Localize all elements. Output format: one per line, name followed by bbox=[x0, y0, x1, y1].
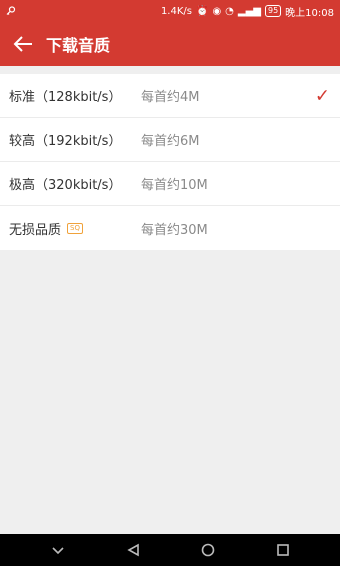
quality-label: 较高（192kbit/s） bbox=[9, 134, 122, 149]
system-nav-bar bbox=[0, 534, 340, 566]
key-icon bbox=[6, 6, 16, 16]
chevron-down-icon bbox=[51, 545, 65, 555]
nav-collapse-button[interactable] bbox=[38, 534, 78, 566]
quality-option-high[interactable]: 较高（192kbit/s） 每首约6M bbox=[0, 118, 340, 162]
quality-size: 每首约10M bbox=[141, 178, 208, 193]
quality-size: 每首约30M bbox=[141, 222, 208, 238]
sq-badge-icon: SQ bbox=[67, 222, 83, 234]
status-left bbox=[6, 6, 16, 16]
circle-home-icon bbox=[201, 543, 215, 557]
quality-option-standard[interactable]: 标准（128kbit/s） 每首约4M ✓ bbox=[0, 74, 340, 118]
eye-icon: ◉ bbox=[212, 5, 222, 17]
network-speed: 1.4K/s bbox=[160, 5, 192, 17]
check-icon: ✓ bbox=[314, 85, 330, 106]
page-title: 下载音质 bbox=[46, 36, 111, 55]
nav-back-button[interactable] bbox=[113, 534, 153, 566]
triangle-back-icon bbox=[126, 543, 140, 557]
top-spacer bbox=[0, 66, 340, 74]
square-recents-icon bbox=[276, 543, 290, 557]
status-right: 1.4K/s ⏰ ◉ ◔ ▂▄▆ 95 晚上10:08 bbox=[161, 4, 334, 19]
wifi-icon: ◔ bbox=[225, 5, 234, 17]
quality-label: 极高（320kbit/s） bbox=[9, 178, 122, 193]
back-button[interactable] bbox=[0, 22, 46, 66]
app-bar: 下载音质 bbox=[0, 22, 340, 66]
quality-option-very-high[interactable]: 极高（320kbit/s） 每首约10M bbox=[0, 162, 340, 206]
clock: 晚上10:08 bbox=[285, 7, 334, 19]
nav-recents-button[interactable] bbox=[263, 534, 303, 566]
quality-option-lossless[interactable]: 无损品质 SQ 每首约30M bbox=[0, 206, 340, 250]
quality-size: 每首约6M bbox=[141, 134, 200, 149]
status-bar: 1.4K/s ⏰ ◉ ◔ ▂▄▆ 95 晚上10:08 bbox=[0, 0, 340, 22]
quality-list: 标准（128kbit/s） 每首约4M ✓ 较高（192kbit/s） 每首约6… bbox=[0, 74, 340, 250]
battery-icon: 95 bbox=[264, 5, 282, 17]
alarm-icon: ⏰ bbox=[195, 5, 209, 17]
signal-icon: ▂▄▆ bbox=[237, 5, 261, 17]
quality-size: 每首约4M bbox=[141, 90, 200, 105]
content-area: 标准（128kbit/s） 每首约4M ✓ 较高（192kbit/s） 每首约6… bbox=[0, 66, 340, 534]
quality-label: 标准（128kbit/s） bbox=[9, 90, 122, 105]
quality-label: 无损品质 SQ bbox=[9, 219, 141, 238]
arrow-left-icon bbox=[13, 36, 33, 52]
nav-home-button[interactable] bbox=[188, 534, 228, 566]
